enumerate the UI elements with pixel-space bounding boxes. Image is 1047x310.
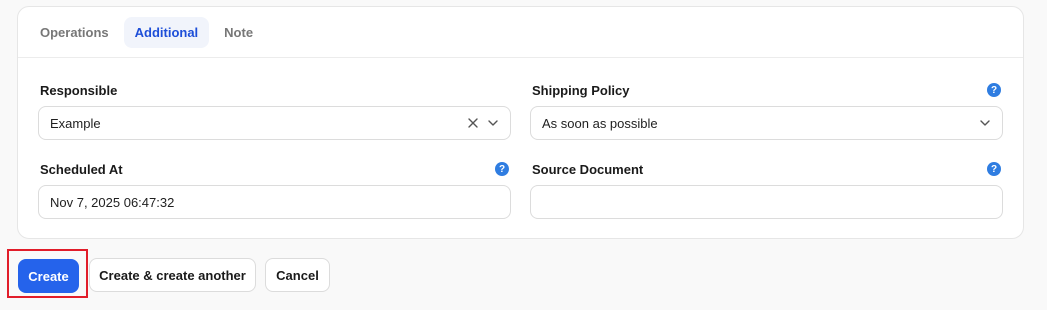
help-icon[interactable]: ? xyxy=(987,83,1001,97)
create-button[interactable]: Create xyxy=(18,259,79,293)
tab-additional[interactable]: Additional xyxy=(123,16,210,48)
scheduled-at-input[interactable]: Nov 7, 2025 06:47:32 xyxy=(38,185,511,219)
scheduled-at-label: Scheduled At xyxy=(40,161,123,177)
source-document-input[interactable] xyxy=(530,185,1003,219)
tab-note[interactable]: Note xyxy=(213,17,264,48)
shipping-policy-field: Shipping Policy ? As soon as possible xyxy=(530,81,1003,140)
source-document-label: Source Document xyxy=(532,161,644,177)
clear-icon[interactable] xyxy=(467,117,479,129)
help-icon[interactable]: ? xyxy=(987,162,1001,176)
shipping-policy-label: Shipping Policy xyxy=(532,82,630,98)
source-document-field: Source Document ? xyxy=(530,160,1003,219)
shipping-policy-value: As soon as possible xyxy=(542,115,658,131)
responsible-label: Responsible xyxy=(40,82,118,98)
responsible-select[interactable]: Example xyxy=(38,106,511,140)
scheduled-at-field: Scheduled At ? Nov 7, 2025 06:47:32 xyxy=(38,160,511,219)
responsible-value: Example xyxy=(50,115,101,131)
chevron-down-icon[interactable] xyxy=(979,117,991,129)
cancel-button[interactable]: Cancel xyxy=(265,258,330,292)
shipping-policy-select[interactable]: As soon as possible xyxy=(530,106,1003,140)
form-card: Operations Additional Note Responsible E… xyxy=(17,6,1024,239)
tab-bar: Operations Additional Note xyxy=(18,7,1023,58)
tab-operations[interactable]: Operations xyxy=(29,17,120,48)
chevron-down-icon[interactable] xyxy=(487,117,499,129)
responsible-field: Responsible Example xyxy=(38,81,511,140)
scheduled-at-value: Nov 7, 2025 06:47:32 xyxy=(50,194,175,210)
help-icon[interactable]: ? xyxy=(495,162,509,176)
create-another-button[interactable]: Create & create another xyxy=(89,258,256,292)
